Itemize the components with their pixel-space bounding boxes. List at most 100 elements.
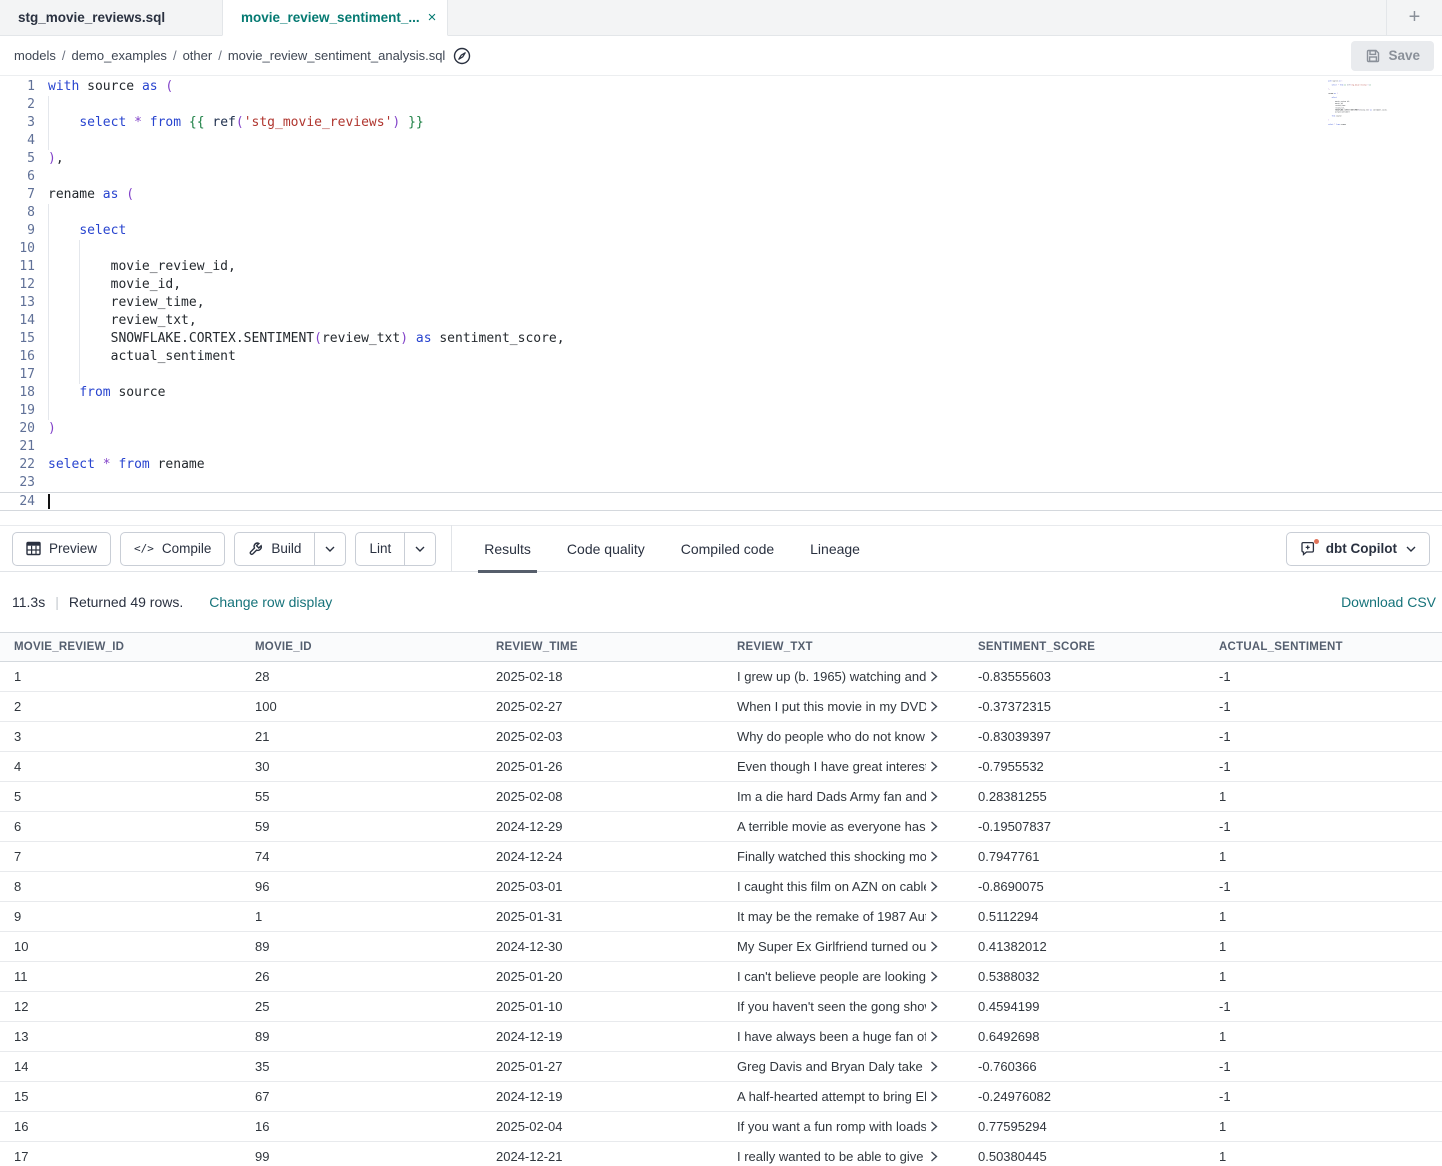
code-line[interactable]: 14 review_txt, — [0, 312, 1442, 330]
tab-lineage[interactable]: Lineage — [792, 525, 878, 572]
expand-cell-chevron-icon[interactable] — [930, 1121, 956, 1132]
cell-actual-sentiment: -1 — [1205, 992, 1442, 1021]
expand-cell-chevron-icon[interactable] — [930, 941, 956, 952]
expand-cell-chevron-icon[interactable] — [930, 851, 956, 862]
lint-dropdown-button[interactable] — [404, 533, 435, 565]
results-table: MOVIE_REVIEW_IDMOVIE_IDREVIEW_TIMEREVIEW… — [0, 632, 1442, 1166]
expand-cell-chevron-icon[interactable] — [930, 1091, 956, 1102]
code-line[interactable]: 8 — [0, 204, 1442, 222]
cell-value: -0.760366 — [978, 1059, 1037, 1074]
breadcrumb-item[interactable]: models — [14, 48, 56, 63]
code-line[interactable]: 17 — [0, 366, 1442, 384]
column-header-review_txt[interactable]: REVIEW_TXT — [723, 633, 964, 661]
code-editor[interactable]: 1with source as (23 select * from {{ ref… — [0, 76, 1442, 525]
code-text: review_txt, — [48, 312, 1442, 330]
expand-cell-chevron-icon[interactable] — [930, 761, 956, 772]
expand-cell-chevron-icon[interactable] — [930, 671, 956, 682]
save-label: Save — [1388, 48, 1420, 63]
code-line[interactable]: 19 — [0, 402, 1442, 420]
column-header-movie_id[interactable]: MOVIE_ID — [241, 633, 482, 661]
code-line[interactable]: 1with source as ( — [0, 78, 1442, 96]
code-line[interactable]: 3 select * from {{ ref('stg_movie_review… — [0, 114, 1442, 132]
save-button[interactable]: Save — [1351, 41, 1434, 71]
code-line[interactable]: 16 actual_sentiment — [0, 348, 1442, 366]
cell-value: -1 — [1219, 1059, 1231, 1074]
code-line[interactable]: 11 movie_review_id, — [0, 258, 1442, 276]
editor-minimap[interactable]: with source as ( select * from {{ ref('s… — [1328, 80, 1398, 138]
tab-stg-movie-reviews[interactable]: stg_movie_reviews.sql — [0, 0, 222, 35]
breadcrumb-item[interactable]: movie_review_sentiment_analysis.sql — [228, 48, 446, 63]
expand-cell-chevron-icon[interactable] — [930, 911, 956, 922]
cell-sentiment-score: 0.28381255 — [964, 782, 1205, 811]
breadcrumb-item[interactable]: other — [183, 48, 213, 63]
code-line[interactable]: 18 from source — [0, 384, 1442, 402]
breadcrumb-separator: / — [62, 48, 66, 63]
code-line[interactable]: 12 movie_id, — [0, 276, 1442, 294]
preview-button[interactable]: Preview — [12, 532, 111, 566]
download-csv-link[interactable]: Download CSV — [1341, 594, 1436, 610]
build-dropdown-button[interactable] — [314, 533, 345, 565]
tab-results[interactable]: Results — [466, 525, 549, 572]
breadcrumb-row: models/demo_examples/other/movie_review_… — [0, 36, 1442, 76]
code-line[interactable]: 9 select — [0, 222, 1442, 240]
breadcrumb-item[interactable]: demo_examples — [72, 48, 167, 63]
column-header-actual_sentiment[interactable]: ACTUAL_SENTIMENT — [1205, 633, 1442, 661]
code-line[interactable]: 15 SNOWFLAKE.CORTEX.SENTIMENT(review_txt… — [0, 330, 1442, 348]
compass-icon[interactable] — [453, 47, 471, 65]
code-line — [1328, 128, 1398, 130]
cell-value: -1 — [1219, 729, 1231, 744]
code-text — [48, 402, 1442, 420]
cell-actual-sentiment: -1 — [1205, 812, 1442, 841]
code-line[interactable]: 20) — [0, 420, 1442, 438]
lint-button[interactable]: Lint — [356, 533, 404, 565]
expand-cell-chevron-icon[interactable] — [930, 1001, 956, 1012]
line-number: 7 — [0, 186, 48, 204]
code-line[interactable]: 24 — [0, 492, 1442, 511]
code-line[interactable]: 4 — [0, 132, 1442, 150]
change-row-display-link[interactable]: Change row display — [209, 594, 332, 610]
code-line[interactable]: 6 — [0, 168, 1442, 186]
code-line[interactable]: 21 — [0, 438, 1442, 456]
expand-cell-chevron-icon[interactable] — [930, 971, 956, 982]
expand-cell-chevron-icon[interactable] — [930, 1151, 956, 1162]
code-line[interactable]: 22select * from rename — [0, 456, 1442, 474]
code-line[interactable]: 2 — [0, 96, 1442, 114]
tab-compiled-code[interactable]: Compiled code — [663, 525, 792, 572]
dbt-copilot-button[interactable]: dbt Copilot — [1286, 532, 1430, 566]
tab-code-quality[interactable]: Code quality — [549, 525, 663, 572]
cell-value: -0.83555603 — [978, 669, 1051, 684]
column-header-review_time[interactable]: REVIEW_TIME — [482, 633, 723, 661]
new-tab-button[interactable]: + — [1386, 0, 1442, 35]
close-icon[interactable]: × — [428, 9, 437, 26]
code-line[interactable]: 13 review_time, — [0, 294, 1442, 312]
table-grid-icon — [26, 541, 41, 556]
cell-review-time: 2024-12-21 — [482, 1142, 723, 1166]
compile-button[interactable]: </> Compile — [120, 532, 225, 566]
code-line[interactable]: 5), — [0, 150, 1442, 168]
cell-value: 13 — [14, 1029, 28, 1044]
code-line[interactable]: 7rename as ( — [0, 186, 1442, 204]
wrench-icon — [248, 541, 263, 556]
cell-movie-review-id: 8 — [0, 872, 241, 901]
column-header-movie_review_id[interactable]: MOVIE_REVIEW_ID — [0, 633, 241, 661]
tab-movie-review-sentiment[interactable]: movie_review_sentiment_... × — [222, 0, 448, 36]
table-row: 4302025-01-26Even though I have great in… — [0, 752, 1442, 782]
code-line[interactable]: 23 — [0, 474, 1442, 492]
cell-movie-id: 67 — [241, 1082, 482, 1111]
expand-cell-chevron-icon[interactable] — [930, 881, 956, 892]
expand-cell-chevron-icon[interactable] — [930, 1061, 956, 1072]
cell-movie-id: 100 — [241, 692, 482, 721]
cell-movie-review-id: 5 — [0, 782, 241, 811]
expand-cell-chevron-icon[interactable] — [930, 731, 956, 742]
column-header-sentiment_score[interactable]: SENTIMENT_SCORE — [964, 633, 1205, 661]
expand-cell-chevron-icon[interactable] — [930, 1031, 956, 1042]
cell-sentiment-score: 0.77595294 — [964, 1112, 1205, 1141]
expand-cell-chevron-icon[interactable] — [930, 821, 956, 832]
expand-cell-chevron-icon[interactable] — [930, 791, 956, 802]
cell-review-txt: Why do people who do not know what… — [723, 722, 964, 751]
code-line[interactable]: 10 — [0, 240, 1442, 258]
cell-review-time: 2024-12-24 — [482, 842, 723, 871]
expand-cell-chevron-icon[interactable] — [930, 701, 956, 712]
build-button[interactable]: Build — [235, 533, 314, 565]
table-row: 16162025-02-04If you want a fun romp wit… — [0, 1112, 1442, 1142]
